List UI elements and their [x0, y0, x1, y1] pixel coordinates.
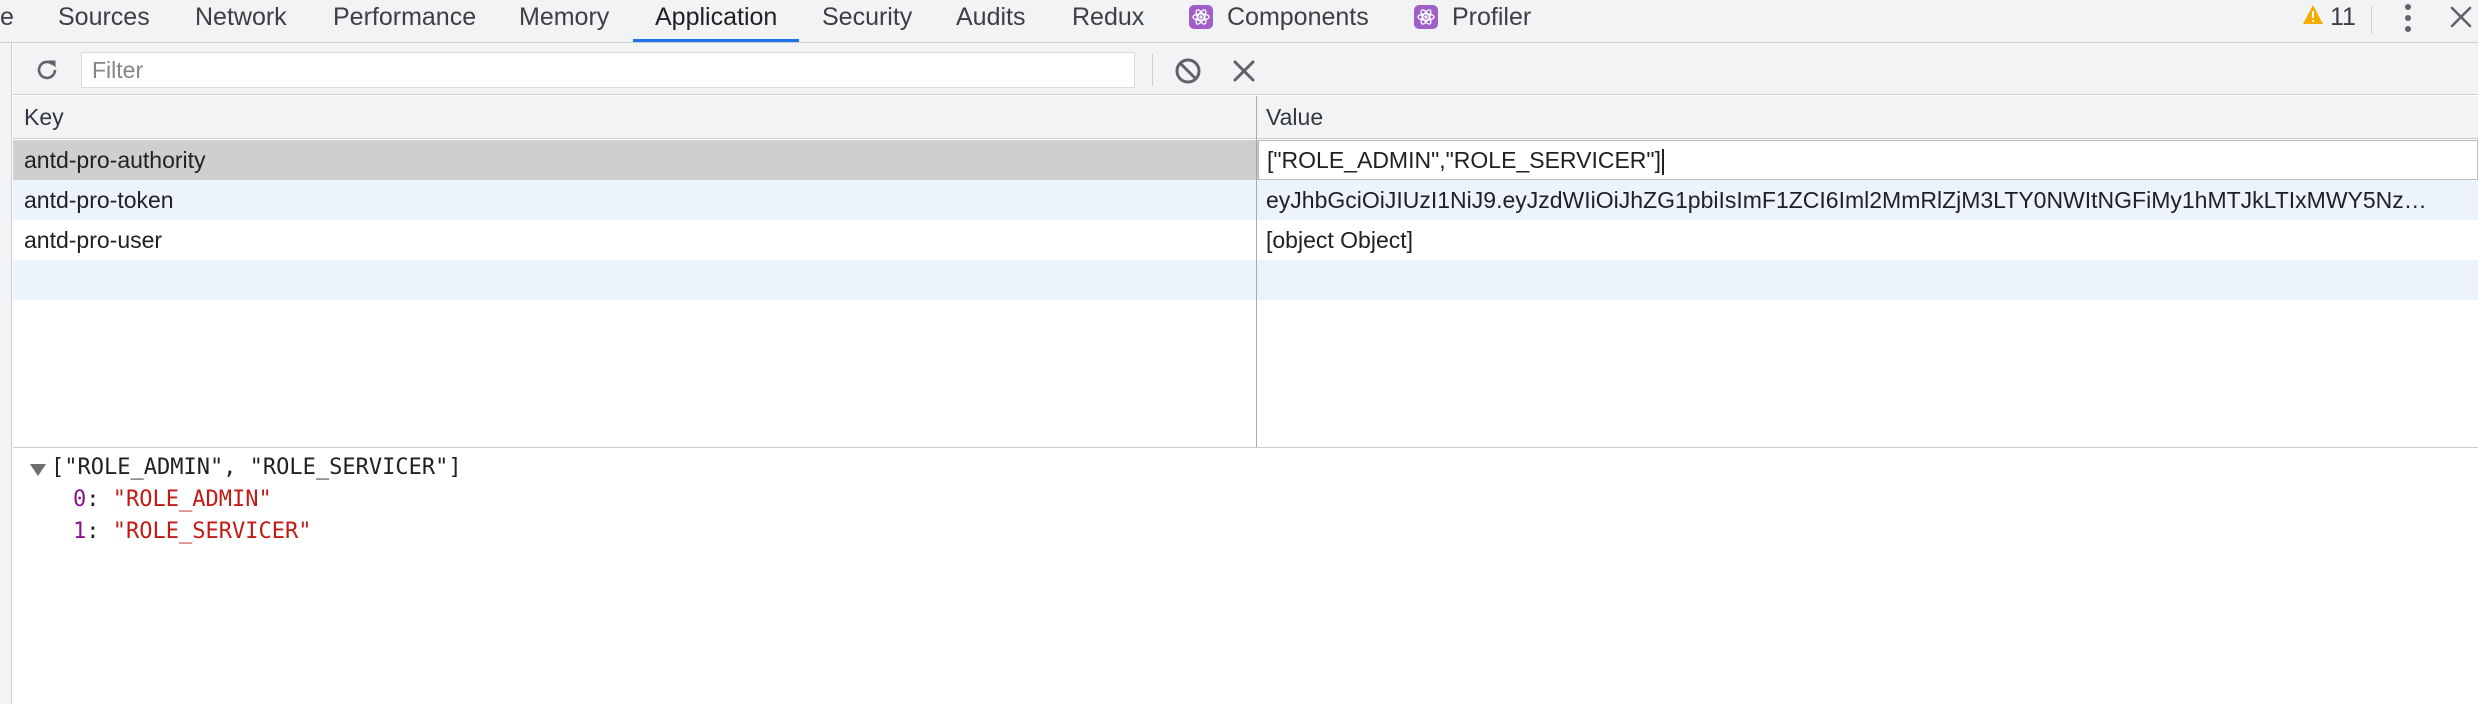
value-preview-pane: ["ROLE_ADMIN", "ROLE_SERVICER"] 0: "ROLE… [13, 447, 2478, 704]
devtools-tabbar: e Sources Network Performance Memory App… [0, 0, 2478, 43]
warning-count[interactable]: 11 [2330, 0, 2356, 34]
block-icon[interactable] [1173, 56, 1203, 86]
close-icon[interactable] [2446, 2, 2476, 32]
filter-input[interactable] [81, 52, 1135, 88]
tab-network[interactable]: Network [195, 0, 287, 42]
active-tab-indicator [633, 39, 799, 42]
tab-profiler[interactable]: Profiler [1452, 0, 1531, 42]
clear-icon[interactable] [1230, 57, 1258, 85]
react-icon [1189, 5, 1213, 29]
refresh-icon[interactable] [33, 56, 61, 84]
toolbar-divider [1152, 54, 1153, 86]
row-key[interactable]: antd-pro-token [24, 180, 1252, 220]
column-header-key[interactable]: Key [24, 96, 64, 139]
row-key[interactable]: antd-pro-user [24, 220, 1252, 260]
preview-item: 0: "ROLE_ADMIN" [73, 487, 272, 512]
tab-application[interactable]: Application [655, 0, 777, 42]
row-value-editing[interactable]: ["ROLE_ADMIN","ROLE_SERVICER"] [1267, 141, 1664, 179]
column-divider[interactable] [1256, 96, 1257, 447]
sidebar-edge[interactable] [0, 43, 12, 704]
more-icon[interactable] [2396, 2, 2420, 34]
tab-memory[interactable]: Memory [519, 0, 609, 42]
tab-performance[interactable]: Performance [333, 0, 476, 42]
tab-sources[interactable]: Sources [58, 0, 150, 42]
react-icon [1414, 5, 1438, 29]
tab-audits[interactable]: Audits [956, 0, 1025, 42]
table-header: Key Value [13, 96, 2478, 139]
tab-components[interactable]: Components [1227, 0, 1369, 42]
tab-security[interactable]: Security [822, 0, 912, 42]
tab-redux[interactable]: Redux [1072, 0, 1144, 42]
row-value[interactable]: eyJhbGciOiJIUzI1NiJ9.eyJzdWIiOiJhZG1pbiI… [1266, 180, 2476, 220]
row-value[interactable]: [object Object] [1266, 220, 2476, 260]
divider [2371, 6, 2372, 34]
expand-triangle-icon[interactable] [30, 464, 46, 476]
row-key[interactable]: antd-pro-authority [24, 140, 1252, 180]
table-row[interactable]: antd-pro-token eyJhbGciOiJIUzI1NiJ9.eyJz… [13, 180, 2478, 220]
tab-console-partial[interactable]: e [0, 0, 14, 42]
column-header-value[interactable]: Value [1266, 96, 1323, 139]
value-edit-field[interactable]: ["ROLE_ADMIN","ROLE_SERVICER"] [1258, 140, 2478, 180]
preview-item: 1: "ROLE_SERVICER" [73, 519, 312, 544]
table-row-empty[interactable] [13, 260, 2478, 300]
preview-summary[interactable]: ["ROLE_ADMIN", "ROLE_SERVICER"] [51, 452, 462, 484]
warning-icon[interactable] [2302, 4, 2324, 26]
table-row[interactable]: antd-pro-user [object Object] [13, 220, 2478, 260]
